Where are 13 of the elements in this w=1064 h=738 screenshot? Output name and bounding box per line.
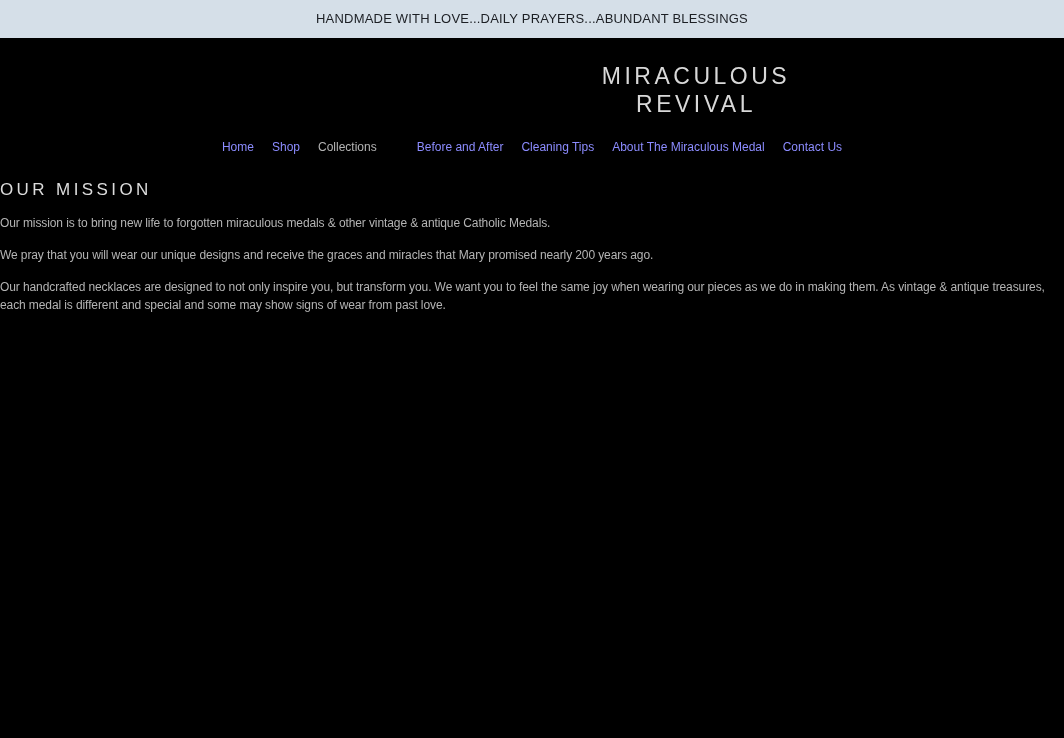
section-heading: OUR MISSION [0,180,153,200]
paragraph: Our handcrafted necklaces are designed to not only inspire you, but transform you. We want you to feel the same joy when wearing our pieces as we do in making them. As vintage & antique treasures, each medal is different and special and some may show signs of wear from past love. [0,279,1046,314]
nav-link[interactable]: Shop [271,139,300,155]
nav-link[interactable]: Before and After [416,139,504,155]
nav-link[interactable]: About The Miraculous Medal [612,139,765,155]
nav-link[interactable]: Home [221,139,254,155]
logo-text[interactable]: MIRACULOUS REVIVAL [601,62,791,118]
paragraph: Our mission is to bring new life to forgotten miraculous medals & other vintage & antique Catholic Medals. [0,215,552,232]
paragraph: We pray that you will wear our unique designs and receive the graces and miracles that Mary promised nearly 200 years ago. [0,247,655,264]
nav-link[interactable]: Cleaning Tips [521,139,595,155]
announcement-text: HANDMADE WITH LOVE...DAILY PRAYERS...ABUNDANT BLESSINGS [316,10,748,29]
nav-link[interactable]: Contact Us [782,139,843,155]
nav-dropdown[interactable]: Collections [318,139,377,155]
